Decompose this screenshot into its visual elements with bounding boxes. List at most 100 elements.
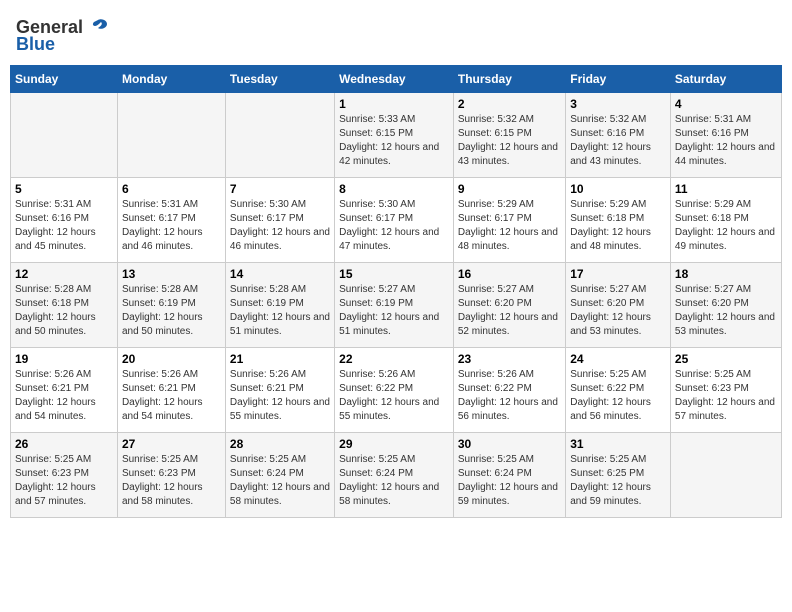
day-info: Sunrise: 5:27 AMSunset: 6:19 PMDaylight:… xyxy=(339,283,449,339)
calendar-cell: 14Sunrise: 5:28 AMSunset: 6:19 PMDayligh… xyxy=(225,263,334,348)
day-info: Sunrise: 5:27 AMSunset: 6:20 PMDaylight:… xyxy=(570,283,666,339)
calendar-cell: 25Sunrise: 5:25 AMSunset: 6:23 PMDayligh… xyxy=(670,348,781,433)
calendar-cell: 19Sunrise: 5:26 AMSunset: 6:21 PMDayligh… xyxy=(11,348,118,433)
calendar-cell: 11Sunrise: 5:29 AMSunset: 6:18 PMDayligh… xyxy=(670,178,781,263)
day-number: 11 xyxy=(675,182,777,196)
header-friday: Friday xyxy=(566,66,671,93)
day-number: 31 xyxy=(570,437,666,451)
day-info: Sunrise: 5:33 AMSunset: 6:15 PMDaylight:… xyxy=(339,113,449,169)
day-info: Sunrise: 5:25 AMSunset: 6:23 PMDaylight:… xyxy=(122,453,221,509)
day-info: Sunrise: 5:28 AMSunset: 6:19 PMDaylight:… xyxy=(230,283,330,339)
calendar-cell: 18 Sunrise: 5:27 AMSunset: 6:20 PMDayligh… xyxy=(670,263,781,348)
calendar-cell: 6 Sunrise: 5:31 AMSunset: 6:17 PMDaylight… xyxy=(117,178,225,263)
header-tuesday: Tuesday xyxy=(225,66,334,93)
calendar-cell: 20Sunrise: 5:26 AMSunset: 6:21 PMDayligh… xyxy=(117,348,225,433)
calendar-cell: 21 Sunrise: 5:26 AMSunset: 6:21 PMDayligh… xyxy=(225,348,334,433)
day-info: Sunrise: 5:25 AMSunset: 6:24 PMDaylight:… xyxy=(230,453,330,509)
calendar-table: SundayMondayTuesdayWednesdayThursdayFrid… xyxy=(10,65,782,518)
day-info: Sunrise: 5:26 AMSunset: 6:21 PMDaylight:… xyxy=(15,368,113,424)
day-info: Sunrise: 5:25 AMSunset: 6:22 PMDaylight:… xyxy=(570,368,666,424)
day-info: Sunrise: 5:25 AMSunset: 6:23 PMDaylight:… xyxy=(15,453,113,509)
calendar-cell xyxy=(117,93,225,178)
day-info: Sunrise: 5:25 AMSunset: 6:24 PMDaylight:… xyxy=(458,453,561,509)
day-info: Sunrise: 5:31 AMSunset: 6:17 PMDaylight:… xyxy=(122,198,221,254)
day-number: 2 xyxy=(458,97,561,111)
calendar-cell: 28 Sunrise: 5:25 AMSunset: 6:24 PMDayligh… xyxy=(225,433,334,518)
header-sunday: Sunday xyxy=(11,66,118,93)
day-number: 28 xyxy=(230,437,330,451)
calendar-cell: 4 Sunrise: 5:31 AMSunset: 6:16 PMDaylight… xyxy=(670,93,781,178)
day-number: 6 xyxy=(122,182,221,196)
day-info: Sunrise: 5:26 AMSunset: 6:22 PMDaylight:… xyxy=(339,368,449,424)
calendar-cell: 30 Sunrise: 5:25 AMSunset: 6:24 PMDayligh… xyxy=(453,433,565,518)
day-info: Sunrise: 5:28 AMSunset: 6:18 PMDaylight:… xyxy=(15,283,113,339)
calendar-cell: 10 Sunrise: 5:29 AMSunset: 6:18 PMDayligh… xyxy=(566,178,671,263)
calendar-week-row: 19Sunrise: 5:26 AMSunset: 6:21 PMDayligh… xyxy=(11,348,782,433)
day-number: 12 xyxy=(15,267,113,281)
day-number: 21 xyxy=(230,352,330,366)
day-number: 1 xyxy=(339,97,449,111)
header-saturday: Saturday xyxy=(670,66,781,93)
day-number: 10 xyxy=(570,182,666,196)
day-number: 27 xyxy=(122,437,221,451)
calendar-cell: 29 Sunrise: 5:25 AMSunset: 6:24 PMDayligh… xyxy=(335,433,454,518)
day-number: 16 xyxy=(458,267,561,281)
day-info: Sunrise: 5:25 AMSunset: 6:24 PMDaylight:… xyxy=(339,453,449,509)
calendar-cell: 2 Sunrise: 5:32 AMSunset: 6:15 PMDaylight… xyxy=(453,93,565,178)
calendar-header-row: SundayMondayTuesdayWednesdayThursdayFrid… xyxy=(11,66,782,93)
day-number: 29 xyxy=(339,437,449,451)
day-number: 4 xyxy=(675,97,777,111)
calendar-cell: 16 Sunrise: 5:27 AMSunset: 6:20 PMDayligh… xyxy=(453,263,565,348)
header-monday: Monday xyxy=(117,66,225,93)
calendar-cell: 27 Sunrise: 5:25 AMSunset: 6:23 PMDayligh… xyxy=(117,433,225,518)
day-info: Sunrise: 5:32 AMSunset: 6:16 PMDaylight:… xyxy=(570,113,666,169)
calendar-week-row: 12 Sunrise: 5:28 AMSunset: 6:18 PMDayligh… xyxy=(11,263,782,348)
day-info: Sunrise: 5:29 AMSunset: 6:17 PMDaylight:… xyxy=(458,198,561,254)
calendar-cell: 5 Sunrise: 5:31 AMSunset: 6:16 PMDaylight… xyxy=(11,178,118,263)
day-number: 15 xyxy=(339,267,449,281)
header-wednesday: Wednesday xyxy=(335,66,454,93)
day-info: Sunrise: 5:28 AMSunset: 6:19 PMDaylight:… xyxy=(122,283,221,339)
page-header: General Blue xyxy=(10,10,782,61)
day-info: Sunrise: 5:31 AMSunset: 6:16 PMDaylight:… xyxy=(15,198,113,254)
day-number: 18 xyxy=(675,267,777,281)
day-number: 23 xyxy=(458,352,561,366)
day-number: 5 xyxy=(15,182,113,196)
calendar-cell: 17 Sunrise: 5:27 AMSunset: 6:20 PMDayligh… xyxy=(566,263,671,348)
calendar-cell: 31 Sunrise: 5:25 AMSunset: 6:25 PMDayligh… xyxy=(566,433,671,518)
day-number: 3 xyxy=(570,97,666,111)
day-info: Sunrise: 5:26 AMSunset: 6:21 PMDaylight:… xyxy=(230,368,330,424)
calendar-cell: 13Sunrise: 5:28 AMSunset: 6:19 PMDayligh… xyxy=(117,263,225,348)
day-info: Sunrise: 5:31 AMSunset: 6:16 PMDaylight:… xyxy=(675,113,777,169)
calendar-cell: 26 Sunrise: 5:25 AMSunset: 6:23 PMDayligh… xyxy=(11,433,118,518)
day-info: Sunrise: 5:26 AMSunset: 6:22 PMDaylight:… xyxy=(458,368,561,424)
day-info: Sunrise: 5:25 AMSunset: 6:23 PMDaylight:… xyxy=(675,368,777,424)
calendar-cell: 9 Sunrise: 5:29 AMSunset: 6:17 PMDaylight… xyxy=(453,178,565,263)
calendar-cell: 23 Sunrise: 5:26 AMSunset: 6:22 PMDayligh… xyxy=(453,348,565,433)
calendar-cell: 1 Sunrise: 5:33 AMSunset: 6:15 PMDaylight… xyxy=(335,93,454,178)
day-info: Sunrise: 5:27 AMSunset: 6:20 PMDaylight:… xyxy=(675,283,777,339)
day-info: Sunrise: 5:25 AMSunset: 6:25 PMDaylight:… xyxy=(570,453,666,509)
calendar-cell: 12 Sunrise: 5:28 AMSunset: 6:18 PMDayligh… xyxy=(11,263,118,348)
calendar-cell: 22 Sunrise: 5:26 AMSunset: 6:22 PMDayligh… xyxy=(335,348,454,433)
day-number: 8 xyxy=(339,182,449,196)
day-number: 17 xyxy=(570,267,666,281)
calendar-cell xyxy=(225,93,334,178)
calendar-week-row: 5 Sunrise: 5:31 AMSunset: 6:16 PMDaylight… xyxy=(11,178,782,263)
day-info: Sunrise: 5:27 AMSunset: 6:20 PMDaylight:… xyxy=(458,283,561,339)
calendar-cell xyxy=(670,433,781,518)
day-number: 22 xyxy=(339,352,449,366)
day-number: 24 xyxy=(570,352,666,366)
day-info: Sunrise: 5:26 AMSunset: 6:21 PMDaylight:… xyxy=(122,368,221,424)
day-number: 30 xyxy=(458,437,561,451)
day-info: Sunrise: 5:32 AMSunset: 6:15 PMDaylight:… xyxy=(458,113,561,169)
calendar-week-row: 26 Sunrise: 5:25 AMSunset: 6:23 PMDayligh… xyxy=(11,433,782,518)
calendar-cell: 8Sunrise: 5:30 AMSunset: 6:17 PMDaylight… xyxy=(335,178,454,263)
day-info: Sunrise: 5:29 AMSunset: 6:18 PMDaylight:… xyxy=(570,198,666,254)
day-number: 26 xyxy=(15,437,113,451)
day-number: 7 xyxy=(230,182,330,196)
calendar-cell: 24 Sunrise: 5:25 AMSunset: 6:22 PMDayligh… xyxy=(566,348,671,433)
day-number: 9 xyxy=(458,182,561,196)
logo-bird-icon xyxy=(87,16,109,38)
day-info: Sunrise: 5:30 AMSunset: 6:17 PMDaylight:… xyxy=(230,198,330,254)
